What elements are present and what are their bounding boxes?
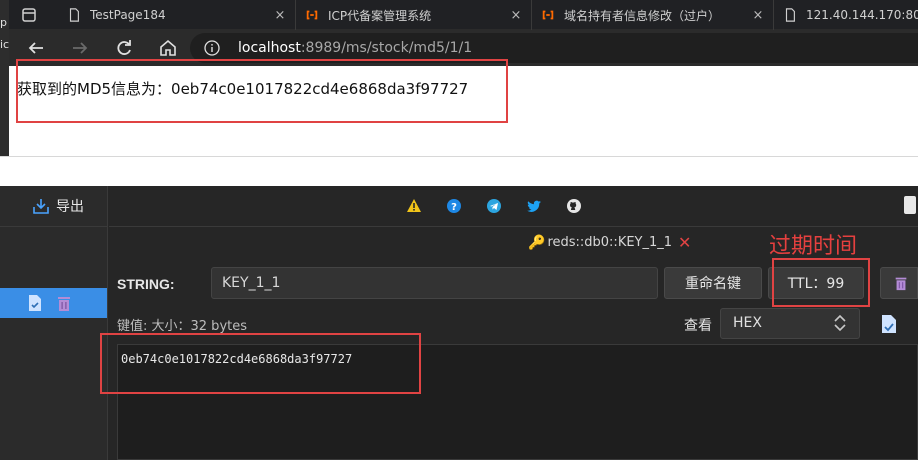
- close-icon[interactable]: ✕: [678, 233, 691, 252]
- left-panel: 导出: [0, 186, 108, 460]
- key-name-input[interactable]: KEY_1_1: [211, 267, 658, 299]
- key-tab[interactable]: 🔑 reds::db0::KEY_1_1 ✕: [528, 233, 691, 252]
- side-text: p: [0, 16, 7, 29]
- browser-tab-bar: TestPage184 × ICP代备案管理系统 × 域名持有者信息修改（过户）…: [0, 0, 918, 30]
- key-tab-title: reds::db0::KEY_1_1: [547, 235, 673, 250]
- tab-title: ICP代备案管理系统: [328, 8, 432, 23]
- toolbar: ?: [109, 186, 918, 227]
- document-icon[interactable]: [904, 196, 916, 214]
- grafana-icon: [540, 7, 556, 23]
- browser-tab[interactable]: 域名持有者信息修改（过户） ×: [532, 0, 774, 30]
- browser-tab[interactable]: 121.40.144.170:8080: [774, 0, 918, 30]
- copy-icon[interactable]: [26, 294, 44, 312]
- warning-icon[interactable]: [406, 198, 422, 214]
- side-text: ic: [0, 38, 10, 51]
- view-format-select[interactable]: HEX: [720, 308, 860, 339]
- delete-key-button[interactable]: [880, 267, 918, 299]
- view-format-value: HEX: [733, 315, 762, 331]
- ttl-annotation: 过期时间: [769, 234, 858, 259]
- selected-key-item[interactable]: [0, 288, 107, 318]
- twitter-icon[interactable]: [526, 198, 542, 214]
- highlight-box: [16, 59, 508, 123]
- side-window-strip: p ic: [0, 0, 9, 156]
- browser-tab[interactable]: ICP代备案管理系统 ×: [296, 0, 532, 30]
- type-label: STRING:: [117, 276, 175, 292]
- reload-icon[interactable]: [110, 34, 138, 62]
- trash-icon[interactable]: [55, 294, 73, 312]
- separator: [0, 156, 918, 186]
- github-icon[interactable]: [566, 198, 582, 214]
- page-icon: [782, 7, 798, 23]
- url-host: localhost: [238, 40, 301, 56]
- page-icon: [66, 7, 82, 23]
- tab-title: 121.40.144.170:8080: [806, 8, 918, 22]
- tab-close-icon[interactable]: ×: [507, 8, 525, 23]
- info-icon[interactable]: [204, 40, 220, 56]
- back-icon[interactable]: [22, 34, 50, 62]
- browser-tab[interactable]: TestPage184 ×: [58, 0, 296, 30]
- rename-key-button[interactable]: 重命名键: [664, 267, 762, 299]
- value-size-label: 键值: 大小：32 bytes: [117, 319, 248, 334]
- view-as-label: 查看: [684, 318, 712, 334]
- export-label: 导出: [56, 199, 84, 215]
- divider: [0, 226, 108, 227]
- tab-close-icon[interactable]: ×: [749, 8, 767, 23]
- chevron-updown-icon: [834, 314, 846, 332]
- save-icon[interactable]: [880, 314, 898, 334]
- svg-text:?: ?: [451, 202, 457, 213]
- export-icon: [33, 199, 49, 214]
- help-icon[interactable]: ?: [446, 198, 462, 214]
- trash-icon: [895, 277, 907, 291]
- export-button[interactable]: 导出: [32, 196, 84, 216]
- home-icon[interactable]: [154, 34, 182, 62]
- highlight-box: [772, 258, 870, 307]
- url-path: :8989/ms/stock/md5/1/1: [300, 40, 473, 56]
- key-icon: 🔑: [528, 234, 546, 251]
- tab-title: TestPage184: [90, 8, 166, 22]
- tab-title: 域名持有者信息修改（过户）: [564, 8, 721, 23]
- telegram-icon[interactable]: [486, 198, 502, 214]
- tab-window-icon: [22, 8, 36, 22]
- tab-close-icon[interactable]: ×: [271, 8, 289, 23]
- grafana-icon: [304, 7, 320, 23]
- forward-icon[interactable]: [66, 34, 94, 62]
- highlight-box: [100, 333, 421, 394]
